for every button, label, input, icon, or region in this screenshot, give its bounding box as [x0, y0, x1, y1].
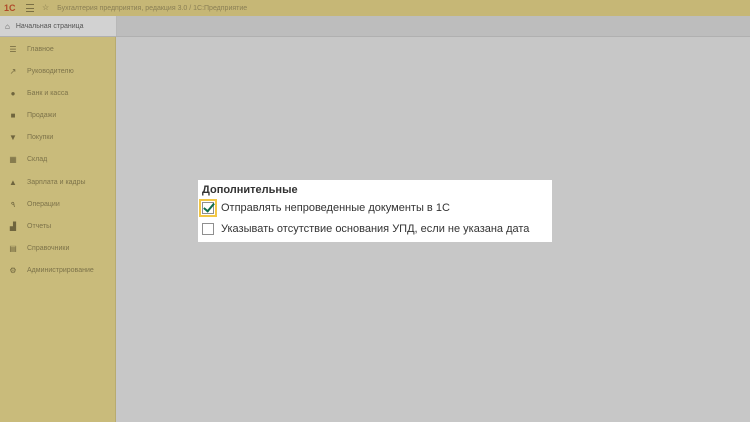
operations-icon: ٩ — [10, 199, 16, 209]
sidebar-item-label: Главное — [27, 45, 54, 53]
option-send-unposted[interactable]: Отправлять непроведенные документы в 1С — [199, 199, 450, 217]
person-icon: ▲ — [9, 177, 17, 187]
sidebar-item-label: Руководителю — [27, 67, 74, 75]
tab-bar: ⌂ Начальная страница — [0, 16, 750, 37]
sidebar-item-purchases[interactable]: ▼ Покупки — [0, 130, 115, 144]
cart-icon: ■ — [10, 110, 16, 120]
additional-settings-panel: Дополнительные Отправлять непроведенные … — [198, 180, 552, 242]
tab-home[interactable]: ⌂ Начальная страница — [0, 16, 117, 36]
book-icon: ▤ — [9, 243, 17, 253]
sidebar-item-label: Операции — [27, 200, 60, 208]
sidebar-item-admin[interactable]: ⚙ Администрирование — [0, 263, 115, 277]
sidebar-item-main[interactable]: ☰ Главное — [0, 42, 115, 56]
chart-icon: ↗ — [9, 66, 17, 76]
sidebar-item-warehouse[interactable]: ▦ Склад — [0, 152, 115, 166]
sidebar-item-label: Администрирование — [27, 266, 94, 274]
sidebar-item-reports[interactable]: ▟ Отчеты — [0, 219, 115, 233]
basket-icon: ▼ — [9, 132, 17, 142]
upd-basis-label: Указывать отсутствие основания УПД, если… — [221, 223, 530, 235]
sidebar-item-label: Покупки — [27, 133, 54, 141]
sidebar-item-sales[interactable]: ■ Продажи — [0, 108, 115, 122]
upd-basis-checkbox[interactable] — [202, 223, 214, 235]
app-logo: 1С — [4, 2, 16, 13]
sidebar-item-references[interactable]: ▤ Справочники — [0, 241, 115, 255]
home-icon: ⌂ — [5, 21, 10, 31]
sidebar: ☰ Главное ↗ Руководителю ● Банк и касса … — [0, 37, 116, 422]
sidebar-item-bank[interactable]: ● Банк и касса — [0, 86, 115, 100]
bank-icon: ● — [10, 88, 16, 98]
main-menu-icon[interactable] — [26, 4, 34, 12]
tab-home-label: Начальная страница — [15, 22, 84, 30]
send-unposted-checkbox[interactable] — [199, 199, 217, 217]
star-icon[interactable]: ☆ — [42, 3, 49, 13]
sidebar-item-label: Зарплата и кадры — [27, 178, 86, 186]
sidebar-item-label: Склад — [27, 155, 48, 163]
warehouse-icon: ▦ — [9, 154, 17, 164]
sidebar-item-label: Продажи — [27, 111, 57, 119]
option-upd-basis[interactable]: Указывать отсутствие основания УПД, если… — [202, 221, 529, 237]
sidebar-item-label: Отчеты — [27, 222, 52, 230]
sidebar-item-label: Справочники — [27, 244, 70, 252]
send-unposted-label: Отправлять непроведенные документы в 1С — [221, 202, 450, 214]
reports-icon: ▟ — [9, 221, 17, 231]
sidebar-item-salary[interactable]: ▲ Зарплата и кадры — [0, 175, 115, 189]
title-bar: 1С ☆ Бухгалтерия предприятия, редакция 3… — [0, 0, 750, 16]
list-icon: ☰ — [9, 44, 17, 54]
sidebar-item-manager[interactable]: ↗ Руководителю — [0, 64, 115, 78]
window-title: Бухгалтерия предприятия, редакция 3.0 / … — [57, 4, 248, 12]
panel-title: Дополнительные — [202, 184, 298, 196]
sidebar-item-label: Банк и касса — [27, 89, 69, 97]
sidebar-item-operations[interactable]: ٩ Операции — [0, 197, 115, 211]
gear-icon: ⚙ — [9, 265, 17, 275]
